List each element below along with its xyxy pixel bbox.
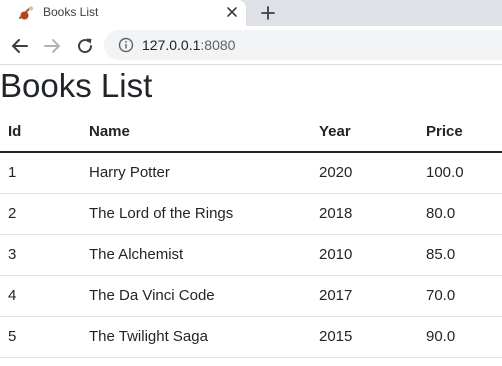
cell-year: 2017: [311, 275, 418, 317]
reload-icon[interactable]: [74, 35, 96, 57]
info-icon[interactable]: [118, 37, 134, 53]
tab-title: Books List: [43, 5, 99, 19]
plus-icon[interactable]: [258, 3, 278, 23]
table-row: 5 The Twilight Saga 2015 90.0: [0, 316, 502, 358]
url-host: 127.0.0.1: [142, 37, 201, 53]
column-header-price: Price: [418, 112, 502, 153]
cell-price: 70.0: [418, 275, 502, 317]
table-row: 4 The Da Vinci Code 2017 70.0: [0, 275, 502, 317]
cell-id: 5: [0, 316, 81, 358]
table-row: 2 The Lord of the Rings 2018 80.0: [0, 193, 502, 235]
url-text[interactable]: 127.0.0.1:8080: [142, 37, 235, 53]
cell-name: The Twilight Saga: [81, 316, 311, 358]
cell-price: 80.0: [418, 193, 502, 235]
back-arrow-icon[interactable]: [9, 35, 31, 57]
cell-id: 2: [0, 193, 81, 235]
cell-year: 2020: [311, 152, 418, 194]
cell-year: 2018: [311, 193, 418, 235]
cell-price: 90.0: [418, 316, 502, 358]
cell-id: 1: [0, 152, 81, 194]
forward-arrow-icon[interactable]: [41, 35, 63, 57]
cell-name: The Alchemist: [81, 234, 311, 276]
tab-strip: Books List: [0, 0, 502, 26]
cell-year: 2010: [311, 234, 418, 276]
table-header-row: Id Name Year Price: [0, 112, 502, 153]
page-title: Books List: [0, 67, 153, 104]
url-port: :8080: [200, 37, 236, 53]
books-table: Id Name Year Price 1 Harry Potter 2020 1…: [0, 112, 502, 358]
table-row: 1 Harry Potter 2020 100.0: [0, 152, 502, 194]
cell-price: 100.0: [418, 152, 502, 194]
close-icon[interactable]: [223, 3, 241, 21]
cell-price: 85.0: [418, 234, 502, 276]
column-header-name: Name: [81, 112, 311, 153]
column-header-id: Id: [0, 112, 81, 153]
browser-toolbar: 127.0.0.1:8080: [0, 26, 502, 65]
table-row: 3 The Alchemist 2010 85.0: [0, 234, 502, 276]
column-header-year: Year: [311, 112, 418, 153]
cell-name: The Lord of the Rings: [81, 193, 311, 235]
cell-name: Harry Potter: [81, 152, 311, 194]
cell-id: 4: [0, 275, 81, 317]
favicon-icon: [19, 6, 34, 20]
address-bar[interactable]: 127.0.0.1:8080: [104, 30, 502, 60]
cell-name: The Da Vinci Code: [81, 275, 311, 317]
cell-id: 3: [0, 234, 81, 276]
cell-year: 2015: [311, 316, 418, 358]
browser-tab[interactable]: Books List: [0, 0, 246, 26]
